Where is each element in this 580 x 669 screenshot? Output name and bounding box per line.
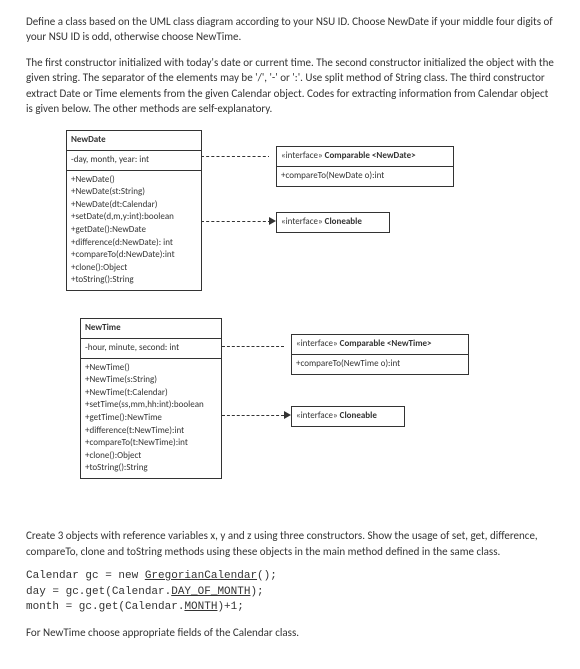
code-snippet: Calendar gc = new GregorianCalendar(); d…: [26, 569, 554, 615]
uml-iface-head: «interface» Comparable <NewTime>: [292, 335, 468, 355]
uml-op: +NewDate(dt:Calendar): [71, 199, 197, 212]
uml-realization-date-comp: [201, 156, 271, 157]
uml-diagram: NewDate -day, month, year: int +NewDate(…: [26, 126, 554, 516]
uml-op: +getTime():NewTime: [85, 412, 217, 425]
uml-op: +NewTime(t:Calendar): [85, 387, 217, 400]
uml-class-newtime: NewTime -hour, minute, second: int +NewT…: [80, 318, 222, 479]
uml-iface-head: «interface» Cloneable: [277, 213, 389, 232]
uml-op: +NewTime(s:String): [85, 374, 217, 387]
uml-iface-cloneable-time: «interface» Cloneable: [291, 406, 405, 427]
uml-op: +getDate():NewDate: [71, 224, 197, 237]
uml-op: +compareTo(t:NewTime):int: [85, 437, 217, 450]
uml-class-name: NewDate: [67, 131, 201, 151]
uml-realization-arrow: [284, 342, 291, 350]
tail-para-2: For NewTime choose appropriate fields of…: [26, 625, 554, 640]
uml-realization-arrow: [269, 217, 276, 225]
code-line: Calendar gc = new GregorianCalendar();: [26, 570, 277, 582]
uml-op: +setTime(ss,mm,hh:int):boolean: [85, 399, 217, 412]
uml-class-ops: +NewDate() +NewDate(st:String) +NewDate(…: [67, 171, 201, 290]
document-page: Define a class based on the UML class di…: [0, 0, 580, 669]
uml-realization-date-clone: [201, 221, 271, 222]
uml-op: +toString():String: [85, 462, 217, 475]
uml-realization-time-clone: [222, 415, 284, 416]
uml-iface-method: +compareTo(NewDate o):int: [277, 167, 453, 186]
uml-iface-comparable-newtime: «interface» Comparable <NewTime> +compar…: [291, 334, 469, 374]
tail-para-1: Create 3 objects with reference variable…: [26, 528, 554, 559]
intro-para-2: The first constructor initialized with t…: [26, 55, 554, 117]
uml-class-attrs: -hour, minute, second: int: [81, 339, 221, 359]
uml-op: +clone():Object: [85, 450, 217, 463]
uml-op: +compareTo(d:NewDate):int: [71, 249, 197, 262]
uml-realization-arrow: [284, 411, 291, 419]
uml-realization-arrow: [269, 152, 276, 160]
uml-class-name: NewTime: [81, 319, 221, 339]
uml-op: +NewTime(): [85, 362, 217, 375]
uml-op: +difference(d:NewDate): int: [71, 237, 197, 250]
uml-op: +NewDate(): [71, 174, 197, 187]
uml-op: +clone():Object: [71, 262, 197, 275]
uml-op: +NewDate(st:String): [71, 186, 197, 199]
uml-class-ops: +NewTime() +NewTime(s:String) +NewTime(t…: [81, 359, 221, 478]
code-line: month = gc.get(Calendar.MONTH)+1;: [26, 601, 244, 613]
uml-iface-head: «interface» Comparable <NewDate>: [277, 147, 453, 167]
uml-iface-head: «interface» Cloneable: [292, 407, 404, 426]
uml-iface-cloneable-date: «interface» Cloneable: [276, 212, 390, 233]
code-line: day = gc.get(Calendar.DAY_OF_MONTH);: [26, 586, 264, 598]
uml-iface-method: +compareTo(NewTime o):int: [292, 355, 468, 374]
uml-realization-time-comp: [222, 346, 284, 347]
uml-op: +setDate(d,m,y:int):boolean: [71, 211, 197, 224]
intro-para-1: Define a class based on the UML class di…: [26, 14, 554, 45]
uml-op: +difference(t:NewTime):int: [85, 425, 217, 438]
uml-op: +toString():String: [71, 274, 197, 287]
uml-class-attrs: -day, month, year: int: [67, 151, 201, 171]
uml-class-newdate: NewDate -day, month, year: int +NewDate(…: [66, 130, 202, 291]
uml-iface-comparable-newdate: «interface» Comparable <NewDate> +compar…: [276, 146, 454, 186]
